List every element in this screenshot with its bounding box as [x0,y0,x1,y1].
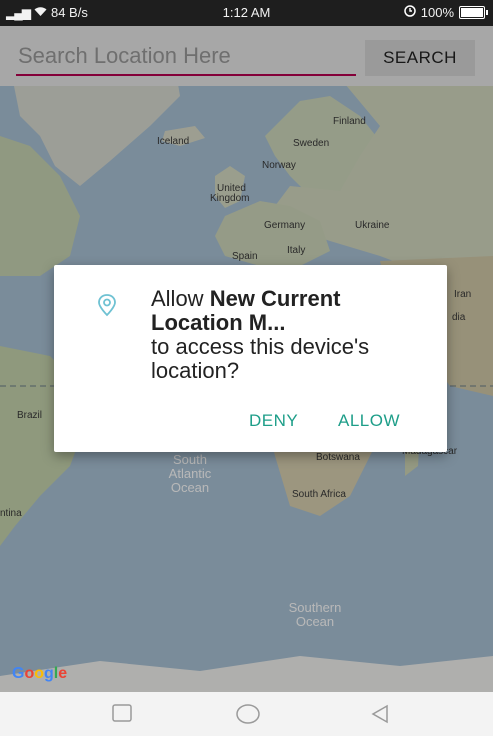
battery-icon [459,6,488,19]
allow-button[interactable]: ALLOW [338,411,400,431]
google-logo: Google [12,665,67,683]
recents-square-icon[interactable] [112,704,132,727]
google-logo-letter: e [58,665,68,682]
data-saver-icon [404,5,416,20]
google-logo-text: Google [12,665,67,682]
dialog-message-prefix: Allow [151,286,210,311]
location-pin-icon [96,293,118,322]
home-circle-icon[interactable] [236,704,260,729]
back-triangle-icon[interactable] [370,704,390,729]
google-logo-letter: o [24,665,35,682]
google-logo-letter: g [44,665,54,682]
permission-dialog: Allow New Current Location M... to acces… [54,265,447,452]
deny-button[interactable]: DENY [249,411,298,431]
google-logo-letter: G [12,665,25,682]
dialog-message: Allow New Current Location M... to acces… [151,287,421,383]
navigation-bar [0,692,493,736]
status-bar: ▂▄▆ 84 B/s 1:12 AM 100% [0,0,493,26]
dialog-message-suffix: to access this device's location? [151,334,370,383]
status-right: 100% [404,5,488,20]
google-logo-letter: o [34,665,45,682]
battery-percent: 100% [420,5,454,20]
